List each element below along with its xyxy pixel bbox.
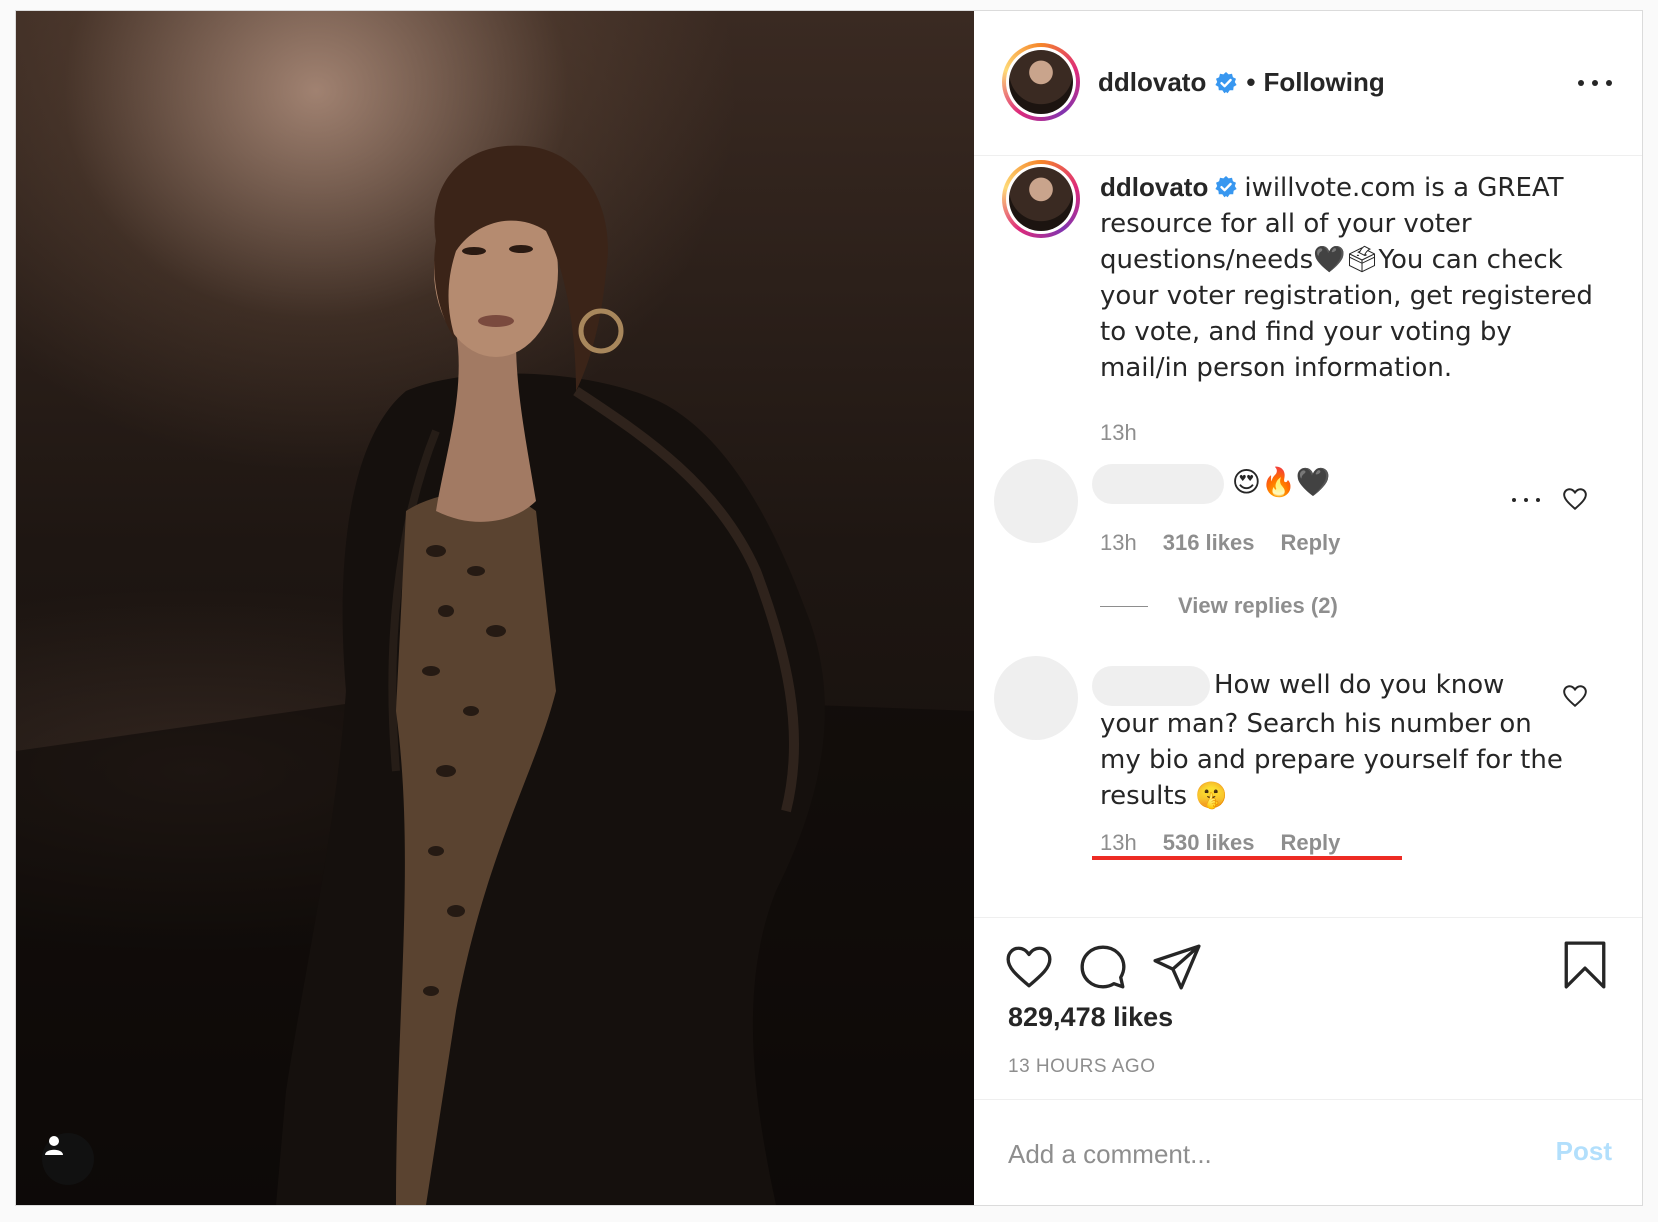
header-separator: • <box>1246 67 1256 97</box>
comment-time[interactable]: 13h <box>1100 830 1137 856</box>
commenter-avatar[interactable] <box>994 459 1078 543</box>
view-replies-label: View replies (2) <box>1178 593 1338 618</box>
post-modal: ddlovato • Following ddlovato iwillvote.… <box>15 10 1643 1206</box>
comments-list: ddlovato iwillvote.com is a GREAT resour… <box>974 156 1642 916</box>
author-username[interactable]: ddlovato <box>1098 67 1206 98</box>
verified-badge-icon <box>1215 176 1237 198</box>
comment-2: How well do you know your man? Search hi… <box>1092 666 1570 814</box>
annotation-underline <box>1092 856 1402 860</box>
caption: ddlovato iwillvote.com is a GREAT resour… <box>1100 170 1600 450</box>
user-tag-button[interactable] <box>42 1133 94 1185</box>
comment-1-meta: 13h 316 likes Reply <box>1100 530 1340 556</box>
author-avatar[interactable] <box>1002 43 1080 121</box>
commenter-username-redacted[interactable] <box>1092 464 1224 504</box>
post-header: ddlovato • Following <box>974 11 1642 156</box>
comment-text: 😍🔥🖤 <box>1231 465 1331 499</box>
bookmark-icon[interactable] <box>1560 940 1610 990</box>
comment-2-meta: 13h 530 likes Reply <box>1100 830 1340 856</box>
post-comment-button[interactable]: Post <box>1556 1136 1612 1167</box>
post-details-panel: ddlovato • Following ddlovato iwillvote.… <box>974 11 1642 1205</box>
user-tag-icon <box>45 1136 63 1155</box>
comment-reply-button[interactable]: Reply <box>1280 830 1340 856</box>
post-photo[interactable] <box>16 11 974 1205</box>
caption-time[interactable]: 13h <box>1100 420 1137 445</box>
following-button[interactable]: Following <box>1263 67 1384 98</box>
caption-username[interactable]: ddlovato <box>1100 172 1208 202</box>
comment-input[interactable] <box>1008 1134 1488 1174</box>
more-options-icon[interactable] <box>1578 75 1612 91</box>
heart-icon[interactable] <box>1004 942 1054 992</box>
verified-badge-icon <box>1215 71 1237 93</box>
view-replies-button[interactable]: View replies (2) <box>1100 593 1338 619</box>
post-likes-count[interactable]: 829,478 likes <box>1008 1002 1173 1033</box>
comment-reply-button[interactable]: Reply <box>1280 530 1340 556</box>
comment-1: 😍🔥🖤 <box>1092 464 1331 504</box>
comment-more-options-icon[interactable] <box>1512 496 1540 504</box>
comment-like-heart-icon[interactable] <box>1562 486 1588 512</box>
commenter-username-redacted[interactable] <box>1092 666 1210 706</box>
post-actions: 829,478 likes 13 HOURS AGO <box>974 917 1642 1098</box>
view-replies-line <box>1100 605 1148 607</box>
comment-likes[interactable]: 316 likes <box>1163 530 1255 556</box>
header-user-line: ddlovato • Following <box>1098 67 1385 98</box>
caption-text: iwillvote.com is a GREAT resource for al… <box>1100 173 1593 383</box>
comment-likes[interactable]: 530 likes <box>1163 830 1255 856</box>
comment-time[interactable]: 13h <box>1100 530 1137 556</box>
share-icon[interactable] <box>1152 942 1202 992</box>
comment-like-heart-icon[interactable] <box>1562 683 1588 709</box>
commenter-avatar[interactable] <box>994 656 1078 740</box>
post-timestamp[interactable]: 13 HOURS AGO <box>1008 1056 1156 1078</box>
caption-avatar[interactable] <box>1002 160 1080 238</box>
add-comment-bar: Post <box>974 1099 1642 1205</box>
comment-icon[interactable] <box>1078 942 1128 992</box>
portrait-illustration <box>16 145 974 1205</box>
